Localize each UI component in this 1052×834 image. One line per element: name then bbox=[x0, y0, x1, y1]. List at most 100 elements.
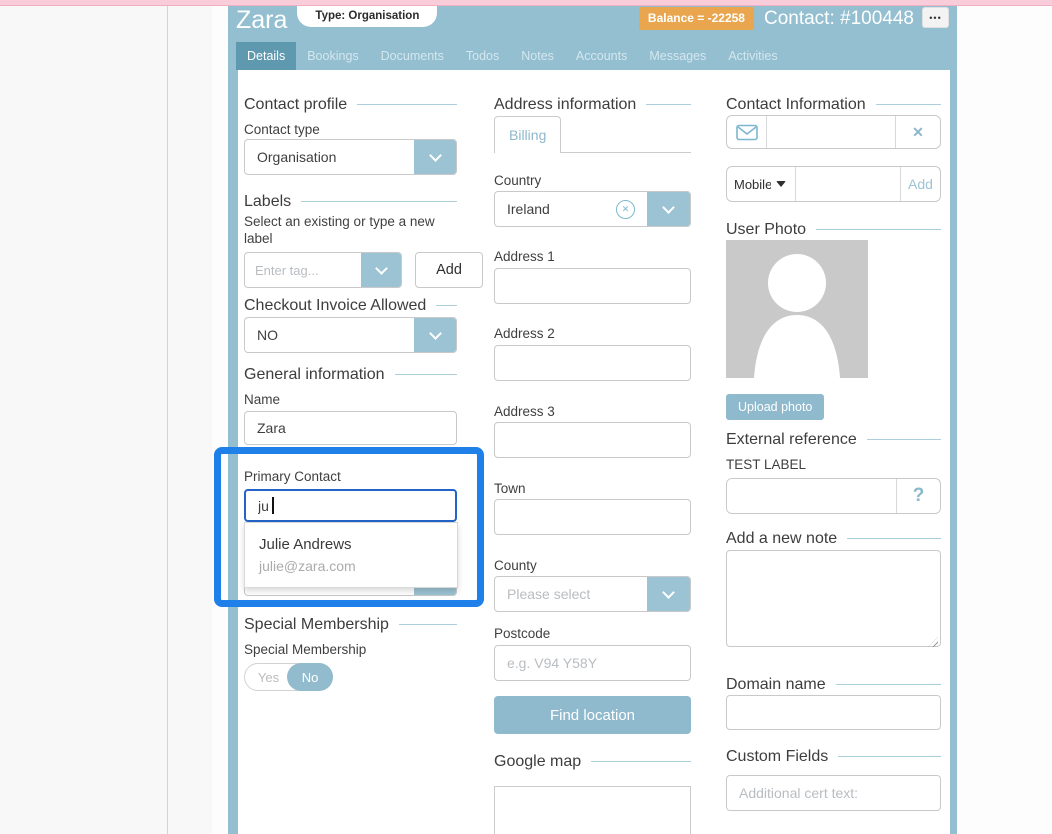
custom-field-input[interactable] bbox=[726, 775, 941, 811]
left-background-pane bbox=[0, 6, 212, 834]
vertical-divider bbox=[167, 6, 168, 834]
add-note-heading: Add a new note bbox=[726, 529, 941, 548]
toggle-no-option[interactable]: No bbox=[287, 663, 333, 691]
column-contact-information: Contact Information ✕ Mobile Ad bbox=[726, 70, 941, 834]
column-contact-profile: Contact profile Contact type Organisatio… bbox=[244, 70, 457, 834]
chevron-down-icon[interactable] bbox=[414, 140, 456, 174]
contact-panel: Zara Type: Organisation Balance = -22258… bbox=[228, 0, 957, 834]
tag-select[interactable]: Enter tag... bbox=[244, 252, 402, 288]
contact-type-value: Organisation bbox=[245, 140, 414, 174]
external-reference-group: ? bbox=[726, 478, 941, 514]
labels-heading: Labels bbox=[244, 192, 457, 211]
postcode-label: Postcode bbox=[494, 626, 691, 642]
balance-badge: Balance = -22258 bbox=[639, 7, 754, 30]
town-input[interactable] bbox=[494, 499, 691, 535]
domain-name-input[interactable] bbox=[726, 695, 941, 730]
help-icon[interactable]: ? bbox=[896, 479, 940, 513]
primary-contact-group: Primary Contact Julie Andrews julie@zara… bbox=[244, 463, 457, 596]
tab-messages[interactable]: Messages bbox=[638, 42, 717, 70]
address-tabs: Billing bbox=[494, 116, 691, 153]
postcode-input[interactable] bbox=[494, 645, 691, 681]
primary-contact-input[interactable] bbox=[244, 489, 457, 522]
name-input[interactable] bbox=[244, 411, 457, 445]
special-membership-toggle[interactable]: Yes No bbox=[244, 663, 333, 691]
text-cursor bbox=[272, 497, 274, 514]
address2-input[interactable] bbox=[494, 345, 691, 381]
contact-profile-heading: Contact profile bbox=[244, 95, 457, 114]
custom-fields-heading: Custom Fields bbox=[726, 747, 941, 766]
special-membership-heading: Special Membership bbox=[244, 615, 457, 634]
address2-label: Address 2 bbox=[494, 326, 691, 342]
find-location-button[interactable]: Find location bbox=[494, 696, 691, 734]
external-reference-heading: External reference bbox=[726, 430, 941, 449]
phone-field-group: Mobile Add bbox=[726, 166, 941, 202]
tab-accounts[interactable]: Accounts bbox=[565, 42, 638, 70]
town-label: Town bbox=[494, 481, 691, 497]
chevron-down-icon[interactable] bbox=[361, 253, 401, 287]
clear-icon[interactable]: ✕ bbox=[616, 200, 635, 219]
phone-type-select[interactable]: Mobile bbox=[727, 167, 796, 201]
chevron-down-icon[interactable] bbox=[647, 577, 690, 611]
email-field-group: ✕ bbox=[726, 115, 941, 149]
tag-input[interactable]: Enter tag... bbox=[245, 253, 361, 287]
checkout-invoice-value: NO bbox=[245, 318, 414, 352]
suggestion-item[interactable]: Julie Andrews bbox=[259, 536, 443, 553]
contact-type-badge: Type: Organisation bbox=[297, 6, 437, 27]
country-label: Country bbox=[494, 173, 691, 189]
domain-name-heading: Domain name bbox=[726, 675, 941, 694]
test-label: TEST LABEL bbox=[726, 457, 941, 472]
chevron-down-icon[interactable] bbox=[414, 318, 456, 352]
phone-type-value: Mobile bbox=[734, 177, 771, 192]
county-label: County bbox=[494, 558, 691, 574]
note-textarea[interactable] bbox=[726, 550, 941, 647]
contact-number: Contact: #100448 bbox=[764, 7, 914, 30]
email-input[interactable] bbox=[767, 116, 895, 148]
labels-hint: Select an existing or type a new label bbox=[244, 213, 457, 247]
address3-label: Address 3 bbox=[494, 404, 691, 420]
google-map[interactable] bbox=[494, 786, 691, 834]
primary-contact-label: Primary Contact bbox=[244, 469, 457, 485]
checkout-invoice-heading: Checkout Invoice Allowed bbox=[244, 296, 457, 315]
contact-information-heading: Contact Information bbox=[726, 95, 941, 114]
tab-todos[interactable]: Todos bbox=[455, 42, 510, 70]
general-information-heading: General information bbox=[244, 365, 457, 384]
upload-photo-button[interactable]: Upload photo bbox=[726, 394, 824, 420]
avatar bbox=[726, 240, 868, 378]
address1-label: Address 1 bbox=[494, 249, 691, 265]
county-select[interactable]: Please select bbox=[494, 576, 691, 612]
google-map-heading: Google map bbox=[494, 752, 691, 771]
address3-input[interactable] bbox=[494, 422, 691, 458]
chevron-down-icon[interactable] bbox=[647, 192, 690, 226]
tab-billing[interactable]: Billing bbox=[494, 116, 561, 153]
checkout-invoice-select[interactable]: NO bbox=[244, 317, 457, 353]
contact-type-label: Contact type bbox=[244, 122, 457, 138]
user-photo-heading: User Photo bbox=[726, 220, 941, 239]
contact-tabs: Details Bookings Documents Todos Notes A… bbox=[228, 42, 957, 70]
tab-documents[interactable]: Documents bbox=[370, 42, 455, 70]
chevron-down-icon bbox=[776, 181, 786, 187]
phone-input[interactable] bbox=[796, 167, 900, 201]
contact-name-title: Zara bbox=[236, 7, 287, 33]
add-label-button[interactable]: Add bbox=[415, 252, 483, 288]
labels-row: Enter tag... Add bbox=[244, 252, 483, 288]
contact-type-select[interactable]: Organisation bbox=[244, 139, 457, 175]
add-phone-button[interactable]: Add bbox=[900, 167, 940, 201]
suggestion-email[interactable]: julie@zara.com bbox=[259, 558, 443, 574]
country-value: Ireland bbox=[507, 201, 550, 217]
address1-input[interactable] bbox=[494, 268, 691, 304]
tab-details[interactable]: Details bbox=[236, 42, 296, 70]
external-reference-input[interactable] bbox=[727, 479, 896, 513]
tab-bookings[interactable]: Bookings bbox=[296, 42, 369, 70]
close-icon[interactable]: ✕ bbox=[895, 116, 940, 148]
tab-notes[interactable]: Notes bbox=[510, 42, 565, 70]
name-label: Name bbox=[244, 392, 457, 408]
tab-activities[interactable]: Activities bbox=[717, 42, 788, 70]
column-address-information: Address information Billing Country Irel… bbox=[494, 70, 691, 834]
special-membership-label: Special Membership bbox=[244, 642, 457, 658]
details-content: Contact profile Contact type Organisatio… bbox=[238, 70, 950, 834]
country-select[interactable]: Ireland ✕ bbox=[494, 191, 691, 227]
special-membership-group: Special Membership Special Membership Ye… bbox=[244, 615, 457, 691]
autocomplete-dropdown: Julie Andrews julie@zara.com bbox=[244, 522, 458, 588]
county-placeholder: Please select bbox=[495, 577, 647, 611]
more-actions-button[interactable]: ••• bbox=[922, 7, 949, 28]
